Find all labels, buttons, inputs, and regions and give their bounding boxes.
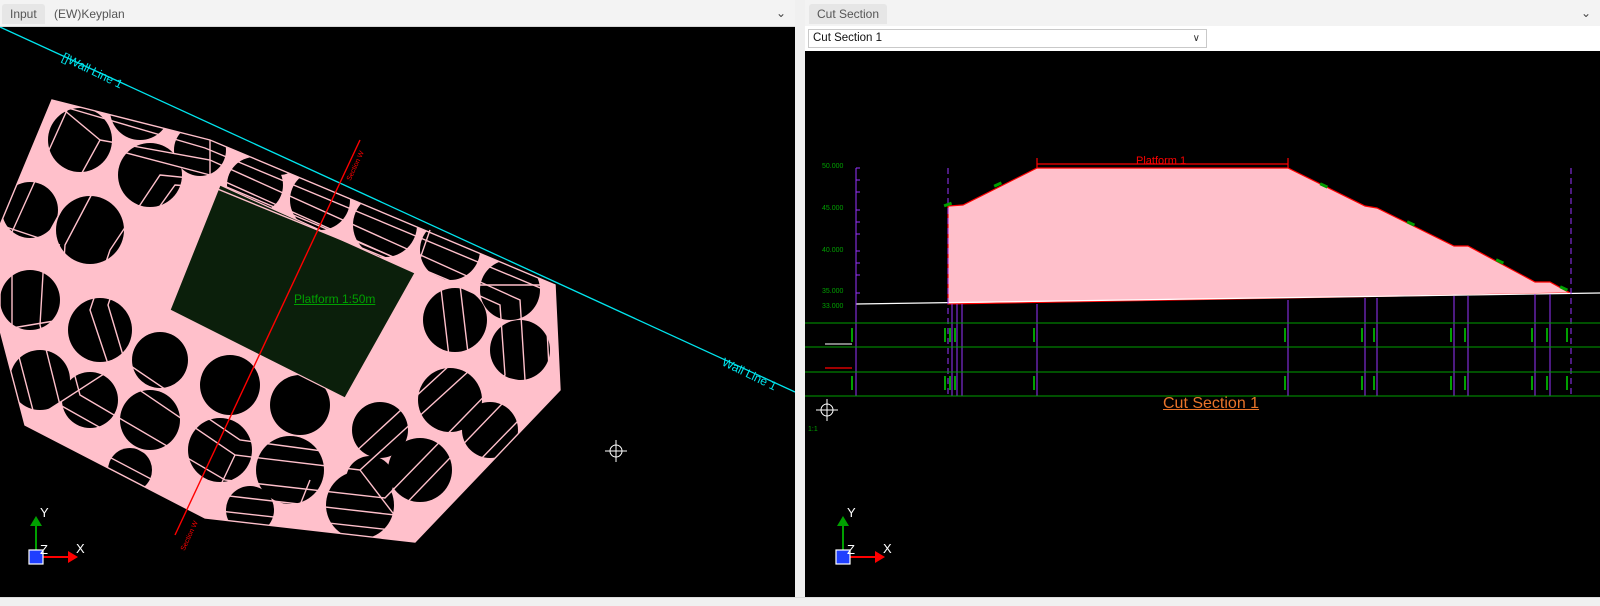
tab-cut-section[interactable]: Cut Section <box>809 4 888 24</box>
chevron-down-icon[interactable]: ⌄ <box>1577 4 1595 22</box>
keyplan-viewport[interactable]: []Wall Line 1 Wall Line 1 Platform 1:50m… <box>0 27 795 597</box>
crosshair-icon <box>816 399 838 421</box>
elevation-label-35: 35.000 <box>822 288 844 295</box>
table-values <box>851 328 1568 390</box>
elevation-label-45: 45.000 <box>822 205 844 212</box>
cut-section-pane: Cut Section ⌄ Cut Section 1 ∨ 50.000 45.… <box>805 0 1600 597</box>
tab-input[interactable]: Input <box>2 4 45 24</box>
axis-y-label: Y <box>847 505 856 520</box>
elevation-scale <box>855 167 860 396</box>
elevation-label-33: 33.000 <box>822 303 844 310</box>
axis-triad-icon <box>28 516 78 565</box>
section-title: Cut Section 1 <box>1163 395 1260 412</box>
platform-label: Platform 1 <box>1136 155 1187 167</box>
axis-x-label: X <box>76 541 85 556</box>
tab-keyplan[interactable]: (EW)Keyplan <box>46 4 133 24</box>
keyplan-drawing <box>0 27 795 565</box>
table-grid <box>805 322 1600 397</box>
keyplan-pane: Input (EW)Keyplan ⌄ []Wall Line 1 Wall L… <box>0 0 795 597</box>
section-profile <box>947 167 1573 305</box>
axis-x-label: X <box>883 541 892 556</box>
axis-z-label: Z <box>40 542 48 557</box>
right-tab-bar: Cut Section ⌄ <box>805 0 1600 27</box>
crosshair-icon <box>605 440 627 462</box>
elevation-label-50: 50.000 <box>822 163 844 170</box>
elevation-label-40: 40.000 <box>822 247 844 254</box>
left-tab-bar: Input (EW)Keyplan ⌄ <box>0 0 795 27</box>
axis-z-label: Z <box>847 542 855 557</box>
axis-triad-icon <box>835 516 885 565</box>
chevron-down-icon: ∨ <box>1192 33 1200 44</box>
section-drawing <box>805 158 1600 565</box>
chevron-down-icon[interactable]: ⌄ <box>772 4 790 22</box>
section-viewport[interactable]: 50.000 45.000 40.000 35.000 33.000 Platf… <box>805 51 1600 597</box>
axis-y-label: Y <box>40 505 49 520</box>
section-selector-row: Cut Section 1 ∨ <box>805 26 1600 51</box>
section-dropdown[interactable]: Cut Section 1 ∨ <box>808 29 1207 48</box>
platform-label: Platform 1:50m <box>294 292 376 306</box>
scale-label: 1:1 <box>808 426 818 433</box>
section-dropdown-value: Cut Section 1 <box>813 32 883 44</box>
